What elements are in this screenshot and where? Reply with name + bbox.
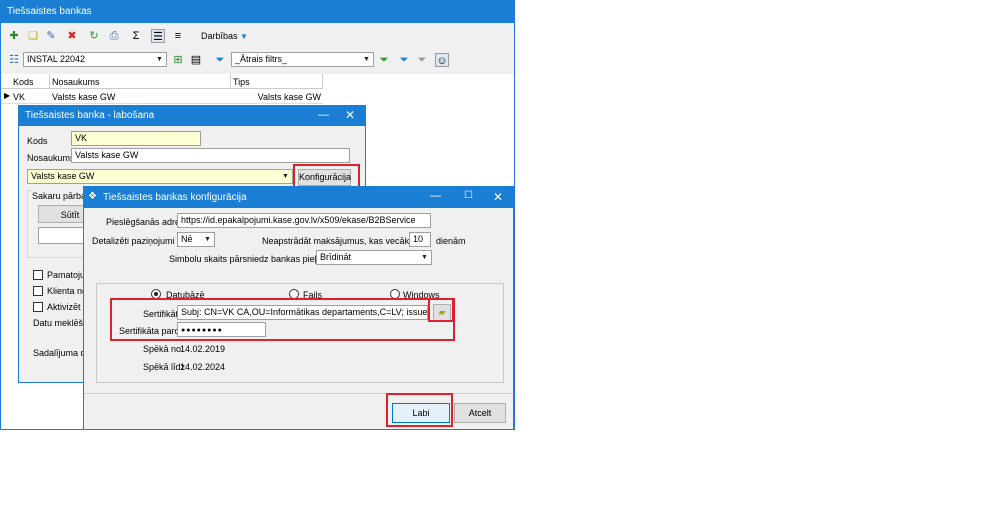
config-titlebar: ❖ Tiešsaistes bankas konfigurācija — ☐ ✕ bbox=[84, 187, 513, 208]
chevron-down-icon: ▼ bbox=[363, 56, 370, 63]
filter-bar: ☷ INSTAL 22042 ▼ ⊞ ▤ ⏷ _Ātrais filtrs_ ▼… bbox=[1, 49, 514, 71]
darbibas-label: Darbības bbox=[201, 31, 238, 41]
aktivizet-checkbox[interactable] bbox=[33, 302, 43, 312]
kods-label: Kods bbox=[27, 136, 48, 146]
chevron-down-icon: ▼ bbox=[282, 173, 289, 180]
klienta-checkbox[interactable] bbox=[33, 286, 43, 296]
funnel-edit-icon[interactable]: ⏷ bbox=[397, 53, 411, 67]
add-filter-icon[interactable]: ⊞ bbox=[171, 53, 185, 67]
delete-icon[interactable]: ✖ bbox=[65, 29, 79, 43]
filter-list-icon[interactable]: ▤ bbox=[189, 53, 203, 67]
maximize-icon[interactable]: ☐ bbox=[464, 190, 473, 201]
chevron-down-icon: ▼ bbox=[204, 236, 211, 243]
details-select[interactable]: Nē ▼ bbox=[177, 232, 215, 247]
edit-dialog-title: Tiešsaistes banka - labošana bbox=[25, 110, 155, 121]
unprocessed-input[interactable]: 10 bbox=[409, 232, 431, 247]
pamatojums-checkbox[interactable] bbox=[33, 270, 43, 280]
list-filter-icon[interactable]: ☷ bbox=[7, 53, 21, 67]
bank-type-select[interactable]: Valsts kase GW ▼ bbox=[27, 169, 293, 184]
chevron-down-icon: ▼ bbox=[421, 254, 428, 261]
user-filter-icon[interactable]: ☺ bbox=[435, 53, 449, 67]
details-value: Nē bbox=[181, 234, 193, 244]
row-pointer-icon: ▶ bbox=[4, 91, 11, 100]
cell-nosaukums: Valsts kase GW bbox=[52, 92, 116, 102]
col-divider bbox=[230, 74, 231, 89]
company-select[interactable]: INSTAL 22042 ▼ bbox=[23, 52, 167, 67]
symbols-select[interactable]: Brīdināt ▼ bbox=[316, 250, 432, 265]
unprocessed-unit: dienām bbox=[436, 236, 466, 246]
header-nosaukums[interactable]: Nosaukums bbox=[52, 76, 100, 88]
company-value: INSTAL 22042 bbox=[27, 54, 86, 64]
chevron-down-icon: ▼ bbox=[156, 56, 163, 63]
nosaukums-input[interactable]: Valsts kase GW bbox=[71, 148, 350, 163]
highlight-certificate bbox=[110, 298, 455, 341]
add-icon[interactable]: ✚ bbox=[7, 29, 21, 43]
darbibas-menu[interactable]: Darbības ▼ bbox=[201, 31, 248, 41]
refresh-icon[interactable]: ↻ bbox=[87, 29, 101, 43]
funnel-icon[interactable]: ⏷ bbox=[213, 53, 227, 67]
close-icon[interactable]: ✕ bbox=[493, 190, 503, 204]
kods-input[interactable]: VK bbox=[71, 131, 201, 146]
cell-tips: Valsts kase GW bbox=[257, 92, 321, 102]
main-window-title: Tiešsaistes bankas bbox=[7, 6, 92, 17]
unprocessed-label: Neapstrādāt maksājumus, kas vecāki par bbox=[262, 236, 427, 246]
table-row[interactable]: ▶ VK Valsts kase GW Valsts kase GW bbox=[1, 90, 323, 104]
config-dialog-title: Tiešsaistes bankas konfigurācija bbox=[103, 192, 247, 203]
table-header: Kods Nosaukums Tips bbox=[1, 74, 323, 89]
sum-icon[interactable]: Σ bbox=[129, 29, 143, 43]
minimize-icon[interactable]: — bbox=[430, 190, 441, 202]
quick-filter-select[interactable]: _Ātrais filtrs_ ▼ bbox=[231, 52, 374, 67]
highlight-cert-browse bbox=[428, 298, 454, 322]
highlight-ok bbox=[386, 393, 453, 427]
funnel-add-icon[interactable]: ⏷ bbox=[377, 53, 391, 67]
cell-kods: VK bbox=[13, 92, 26, 102]
address-input[interactable]: https://id.epakalpojumi.kase.gov.lv/x509… bbox=[177, 213, 431, 228]
unprocessed-value: 10 bbox=[413, 234, 424, 244]
col-divider bbox=[49, 74, 50, 89]
col-divider bbox=[322, 74, 323, 89]
header-kods[interactable]: Kods bbox=[13, 76, 34, 88]
valid-from-value: 14.02.2019 bbox=[180, 344, 226, 354]
columns-icon[interactable]: ☰ bbox=[151, 29, 165, 43]
outline-icon[interactable]: ≡ bbox=[171, 29, 185, 43]
kods-value: VK bbox=[75, 133, 88, 143]
valid-to-label: Spēkā līdz bbox=[143, 362, 186, 372]
cancel-button[interactable]: Atcelt bbox=[454, 403, 506, 423]
main-titlebar: Tiešsaistes bankas bbox=[1, 1, 514, 23]
quick-filter-value: _Ātrais filtrs_ bbox=[235, 54, 288, 64]
app-icon: ❖ bbox=[88, 191, 97, 202]
edit-titlebar: Tiešsaistes banka - labošana — ✕ bbox=[19, 106, 365, 126]
symbols-value: Brīdināt bbox=[320, 252, 352, 262]
details-label: Detalizēti paziņojumi bbox=[92, 236, 175, 246]
chevron-down-icon: ▼ bbox=[240, 32, 248, 41]
highlight-konfiguracija bbox=[293, 164, 360, 188]
valid-from-label: Spēkā no bbox=[143, 344, 182, 354]
cancel-label: Atcelt bbox=[468, 408, 492, 418]
funnel-clear-icon[interactable]: ⏷ bbox=[415, 53, 429, 67]
bank-type-value: Valsts kase GW bbox=[31, 171, 95, 181]
header-tips[interactable]: Tips bbox=[233, 76, 250, 88]
address-value: https://id.epakalpojumi.kase.gov.lv/x509… bbox=[181, 215, 416, 225]
sutit-label: Sūtīt bbox=[60, 210, 80, 220]
valid-to-value: 14.02.2024 bbox=[180, 362, 226, 372]
main-toolbar: ✚ ❏ ✎ ✖ ↻ ⎙ Σ ☰ ≡ Darbības ▼ bbox=[1, 25, 514, 47]
new-doc-icon[interactable]: ❏ bbox=[26, 29, 40, 43]
minimize-icon[interactable]: — bbox=[318, 109, 329, 121]
close-icon[interactable]: ✕ bbox=[345, 108, 355, 122]
nosaukums-label: Nosaukums bbox=[27, 153, 75, 163]
nosaukums-value: Valsts kase GW bbox=[75, 150, 139, 160]
edit-icon[interactable]: ✎ bbox=[44, 29, 58, 43]
print-icon[interactable]: ⎙ bbox=[107, 29, 121, 43]
